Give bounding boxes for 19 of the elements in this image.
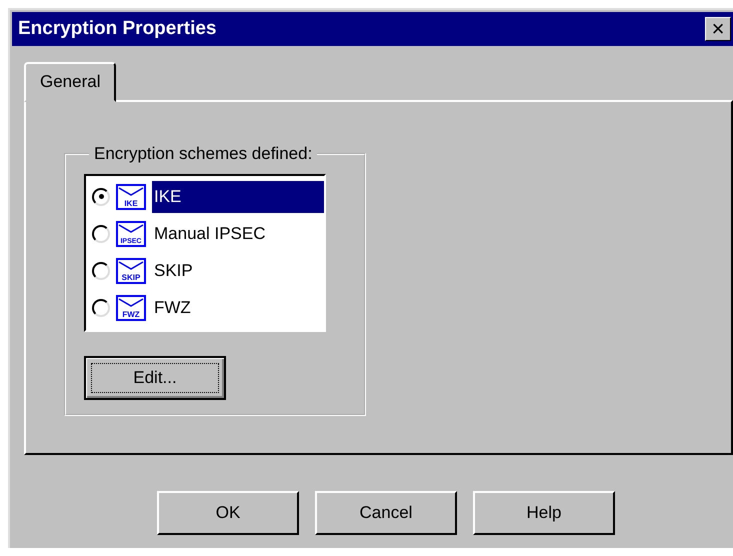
list-item[interactable]: IKE [152,180,324,212]
list-item[interactable]: FWZ [152,292,195,324]
envelope-icon: SKIP [116,258,146,284]
envelope-icon: IKE [116,184,146,210]
radio-button[interactable] [92,262,110,280]
dialog-button[interactable]: OK [157,491,299,535]
close-button[interactable]: × [705,17,731,41]
dialog-button[interactable]: Help [473,491,615,535]
list-item[interactable]: Manual IPSEC [152,218,270,250]
edit-button[interactable]: Edit... [84,356,226,400]
window-title: Encryption Properties [18,18,216,40]
radio-button[interactable] [92,224,110,242]
group-label: Encryption schemes defined: [93,144,314,164]
tab[interactable]: General [24,62,116,102]
envelope-icon: FWZ [116,294,146,320]
radio-button[interactable] [92,188,110,206]
dialog-button[interactable]: Cancel [315,491,457,535]
radio-button[interactable] [92,298,110,316]
list-item[interactable]: SKIP [152,254,197,286]
